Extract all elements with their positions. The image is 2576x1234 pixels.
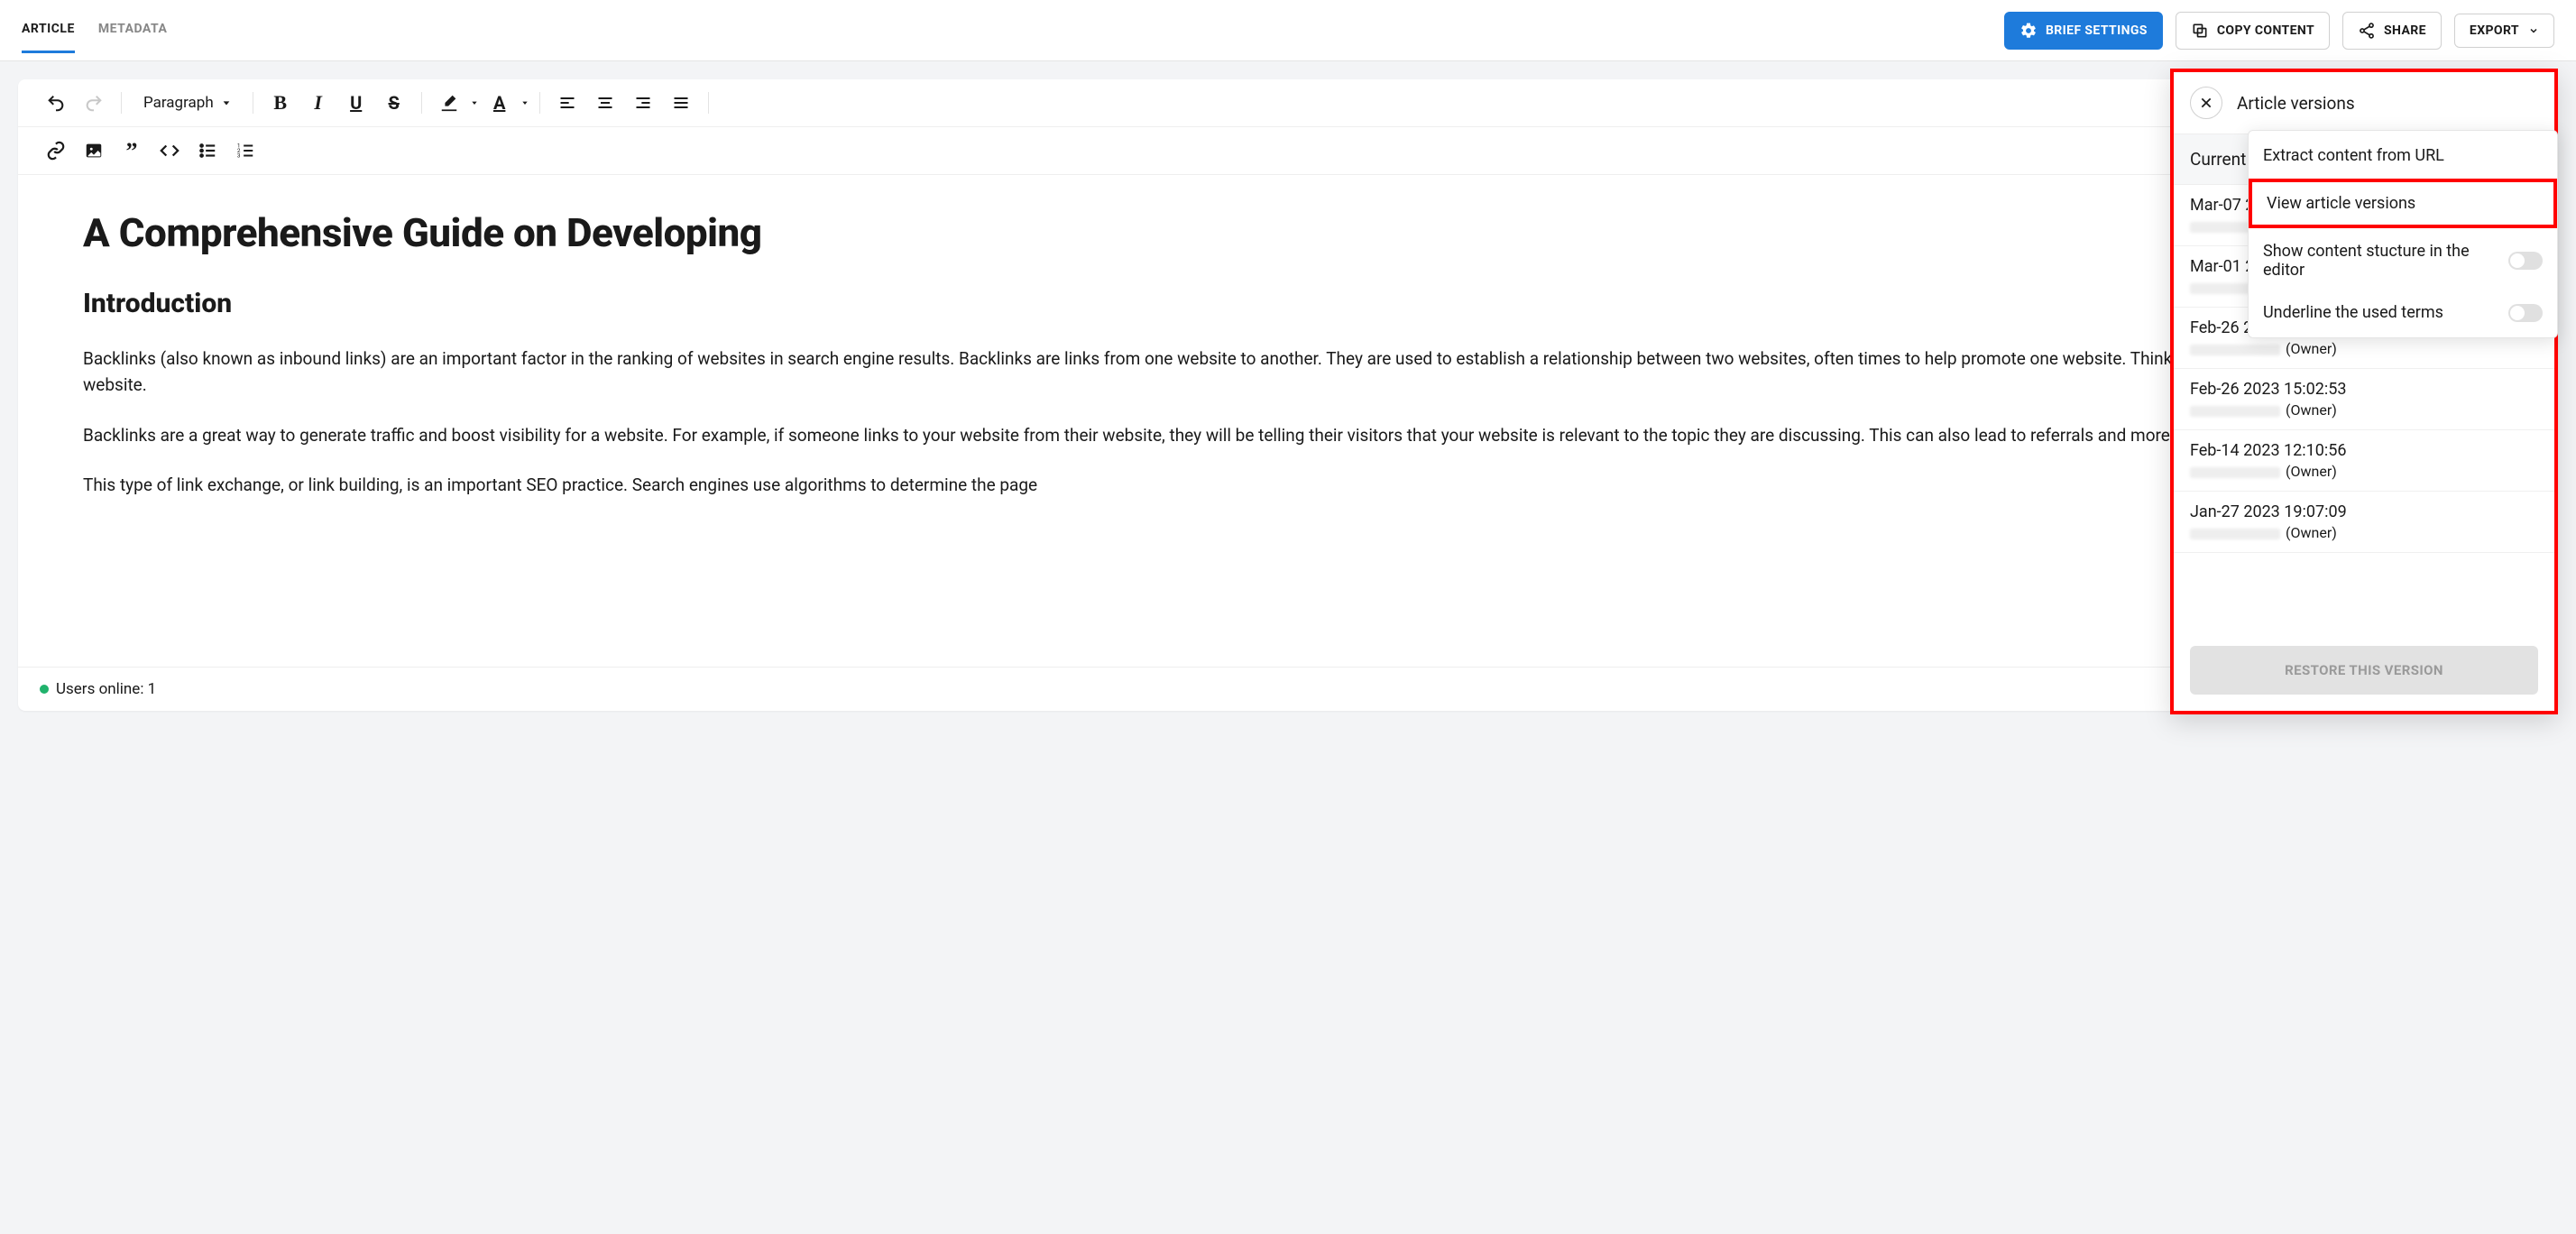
menu-underline-terms[interactable]: Underline the used terms xyxy=(2249,291,2557,334)
bullet-list-button[interactable] xyxy=(191,134,224,167)
align-left-button[interactable] xyxy=(551,87,584,119)
copy-content-label: COPY CONTENT xyxy=(2217,23,2314,38)
gear-icon xyxy=(2019,22,2038,40)
close-versions-button[interactable] xyxy=(2190,87,2222,119)
menu-show-structure-label: Show content stucture in the editor xyxy=(2263,242,2508,280)
copy-content-button[interactable]: COPY CONTENT xyxy=(2176,12,2330,50)
paragraph-style-select[interactable]: Paragraph xyxy=(133,87,242,119)
align-justify-button[interactable] xyxy=(665,87,697,119)
version-item[interactable]: Feb-14 2023 12:10:56 (Owner) xyxy=(2174,430,2554,492)
menu-view-versions-label: View article versions xyxy=(2267,194,2415,213)
close-icon xyxy=(2199,96,2213,110)
brief-settings-button[interactable]: BRIEF SETTINGS xyxy=(2004,12,2163,50)
image-button[interactable] xyxy=(78,134,110,167)
tabs: ARTICLE METADATA xyxy=(22,7,167,53)
menu-show-structure[interactable]: Show content stucture in the editor xyxy=(2249,230,2557,291)
version-timestamp: Jan-27 2023 19:07:09 xyxy=(2190,502,2538,521)
caret-down-icon[interactable] xyxy=(521,99,529,106)
more-dropdown: Extract content from URL View article ve… xyxy=(2248,130,2558,338)
share-icon xyxy=(2358,22,2376,40)
copy-icon xyxy=(2191,22,2209,40)
versions-title: Article versions xyxy=(2237,93,2355,114)
quote-button[interactable]: ” xyxy=(115,134,148,167)
bold-button[interactable]: B xyxy=(264,87,297,119)
heading-introduction: Introduction xyxy=(83,283,2493,326)
text-color-button[interactable]: A xyxy=(483,87,516,119)
tab-article[interactable]: ARTICLE xyxy=(22,7,75,53)
article-title: A Comprehensive Guide on Developing xyxy=(83,202,2493,263)
users-online-text: Users online: 1 xyxy=(56,680,156,698)
svg-text:3: 3 xyxy=(237,152,241,159)
paragraph-2: Backlinks are a great way to generate tr… xyxy=(83,422,2493,448)
share-label: SHARE xyxy=(2384,23,2426,38)
menu-view-versions[interactable]: View article versions xyxy=(2249,179,2557,228)
caret-down-icon xyxy=(222,98,231,107)
strikethrough-button[interactable]: S xyxy=(378,87,410,119)
undo-button[interactable] xyxy=(40,87,72,119)
export-label: EXPORT xyxy=(2470,23,2519,38)
toggle-underline-terms[interactable] xyxy=(2508,304,2543,322)
menu-underline-terms-label: Underline the used terms xyxy=(2263,303,2443,322)
app-root: ARTICLE METADATA BRIEF SETTINGS COPY CON… xyxy=(0,0,2576,729)
italic-button[interactable]: I xyxy=(302,87,335,119)
chevron-down-icon xyxy=(2528,25,2539,36)
online-dot-icon xyxy=(40,685,49,694)
version-item[interactable]: Jan-27 2023 19:07:09 (Owner) xyxy=(2174,492,2554,553)
menu-extract-url[interactable]: Extract content from URL xyxy=(2249,134,2557,177)
version-timestamp: Feb-14 2023 12:10:56 xyxy=(2190,441,2538,460)
paragraph-1: Backlinks (also known as inbound links) … xyxy=(83,345,2493,399)
redo-button[interactable] xyxy=(78,87,110,119)
highlight-color-button[interactable] xyxy=(433,87,465,119)
paragraph-style-label: Paragraph xyxy=(143,94,214,112)
top-actions: BRIEF SETTINGS COPY CONTENT SHARE EXPORT xyxy=(2004,12,2554,50)
version-owner: (Owner) xyxy=(2190,401,2538,419)
tab-metadata[interactable]: METADATA xyxy=(98,7,168,53)
version-owner: (Owner) xyxy=(2190,340,2538,357)
content-area: Paragraph B I U S A xyxy=(0,61,2576,729)
code-button[interactable] xyxy=(153,134,186,167)
menu-extract-url-label: Extract content from URL xyxy=(2263,146,2444,165)
versions-header: Article versions xyxy=(2174,72,2554,134)
share-button[interactable]: SHARE xyxy=(2342,12,2442,50)
numbered-list-button[interactable]: 123 xyxy=(229,134,262,167)
align-right-button[interactable] xyxy=(627,87,659,119)
version-timestamp: Feb-26 2023 15:02:53 xyxy=(2190,380,2538,399)
version-owner: (Owner) xyxy=(2190,524,2538,541)
version-owner: (Owner) xyxy=(2190,463,2538,480)
paragraph-3: This type of link exchange, or link buil… xyxy=(83,472,2493,498)
brief-settings-label: BRIEF SETTINGS xyxy=(2046,23,2148,38)
version-item[interactable]: Feb-26 2023 15:02:53 (Owner) xyxy=(2174,369,2554,430)
top-bar: ARTICLE METADATA BRIEF SETTINGS COPY CON… xyxy=(0,0,2576,61)
caret-down-icon[interactable] xyxy=(471,99,478,106)
toggle-show-structure[interactable] xyxy=(2508,252,2543,270)
align-center-button[interactable] xyxy=(589,87,621,119)
underline-button[interactable]: U xyxy=(340,87,373,119)
restore-version-button: RESTORE THIS VERSION xyxy=(2190,646,2538,695)
link-button[interactable] xyxy=(40,134,72,167)
export-button[interactable]: EXPORT xyxy=(2454,14,2554,48)
